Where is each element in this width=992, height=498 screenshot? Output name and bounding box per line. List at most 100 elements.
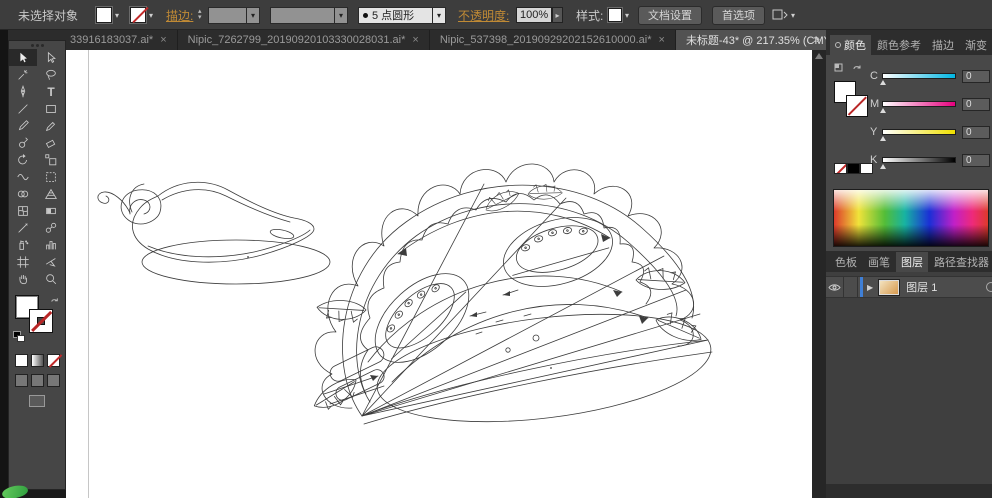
- layer-target-icon[interactable]: [986, 282, 992, 292]
- tool-artboard[interactable]: [9, 253, 37, 270]
- tool-width[interactable]: [9, 168, 37, 185]
- doc-tab-2[interactable]: Nipic_7262799_20190920103330028031.ai*×: [178, 30, 430, 50]
- color-spectrum[interactable]: [833, 189, 989, 247]
- layer-row[interactable]: ▶ 图层 1: [826, 276, 992, 298]
- preferences-button[interactable]: 首选项: [712, 6, 765, 25]
- brush-definition-combo[interactable]: 5 点圆形▾: [358, 7, 446, 24]
- fill-color-swatch[interactable]: ▾: [96, 0, 119, 30]
- opacity-dropdown-button[interactable]: ▸: [552, 7, 563, 23]
- tool-symbol-sprayer[interactable]: [9, 236, 37, 253]
- tab-color[interactable]: 颜色: [830, 35, 871, 55]
- tab-swatches[interactable]: 色板: [830, 252, 862, 272]
- black-swatch[interactable]: [847, 163, 860, 174]
- tab-brushes[interactable]: 画笔: [863, 252, 895, 272]
- tab-layers[interactable]: 图层: [896, 252, 928, 272]
- none-swatch[interactable]: [834, 163, 847, 174]
- tool-line-segment[interactable]: [9, 100, 37, 117]
- panel-stroke-proxy[interactable]: [846, 95, 868, 117]
- slider-thumb[interactable]: [880, 80, 886, 85]
- draw-inside-button[interactable]: [47, 374, 60, 387]
- close-icon[interactable]: ×: [659, 34, 665, 46]
- cyan-value[interactable]: 0: [962, 70, 990, 83]
- close-icon[interactable]: ×: [160, 34, 166, 46]
- tool-pen[interactable]: [9, 83, 37, 100]
- tool-eyedropper[interactable]: [9, 219, 37, 236]
- tab-color-guide[interactable]: 颜色参考: [872, 35, 926, 55]
- tab-pathfinder[interactable]: 路径查找器: [929, 252, 992, 272]
- tool-pencil[interactable]: [37, 117, 65, 134]
- visibility-toggle[interactable]: [826, 277, 844, 297]
- stroke-panel-link[interactable]: 描边:: [166, 7, 193, 24]
- slider-thumb[interactable]: [880, 108, 886, 113]
- workspace-switcher[interactable]: ▾: [772, 0, 795, 30]
- doc-tab-3[interactable]: Nipic_537398_20190929202152610000.ai*×: [430, 30, 676, 50]
- stroke-width-stepper[interactable]: ▴▾: [198, 0, 204, 30]
- tool-paintbrush[interactable]: [9, 117, 37, 134]
- tool-rotate[interactable]: [9, 151, 37, 168]
- default-fill-stroke-button[interactable]: [13, 331, 27, 343]
- close-icon[interactable]: ×: [412, 34, 418, 46]
- tool-type[interactable]: T: [37, 83, 65, 100]
- black-slider[interactable]: [882, 157, 956, 163]
- none-mode-button[interactable]: [47, 354, 60, 367]
- canvas[interactable]: [66, 50, 812, 498]
- tool-blob-brush[interactable]: [9, 134, 37, 151]
- dock-divider[interactable]: [812, 50, 826, 498]
- document-setup-button[interactable]: 文档设置: [638, 6, 702, 25]
- yellow-value[interactable]: 0: [962, 126, 990, 139]
- tool-slice[interactable]: [37, 253, 65, 270]
- tab-stroke[interactable]: 描边: [927, 35, 959, 55]
- tool-lasso[interactable]: [37, 66, 65, 83]
- draw-behind-button[interactable]: [31, 374, 44, 387]
- color-mode-button[interactable]: [15, 354, 28, 367]
- tab-gradient[interactable]: 渐变: [960, 35, 992, 55]
- yellow-slider[interactable]: [882, 129, 956, 135]
- tool-hand[interactable]: [9, 270, 37, 287]
- magenta-slider[interactable]: [882, 101, 956, 107]
- black-slider-row: K 0: [870, 153, 990, 167]
- cyan-slider[interactable]: [882, 73, 956, 79]
- tool-selection[interactable]: [9, 49, 37, 66]
- slider-thumb[interactable]: [880, 136, 886, 141]
- screen-mode-button[interactable]: [29, 395, 45, 407]
- swatch-grid-icon[interactable]: [834, 63, 844, 73]
- slider-thumb[interactable]: [880, 164, 886, 169]
- tool-perspective-grid[interactable]: [37, 185, 65, 202]
- tool-rectangle[interactable]: [37, 100, 65, 117]
- tool-eraser[interactable]: [37, 134, 65, 151]
- tab-overflow-chevrons[interactable]: »: [813, 32, 820, 46]
- style-swatch[interactable]: ▾: [608, 0, 629, 30]
- layer-thumbnail[interactable]: [879, 280, 899, 295]
- lock-toggle[interactable]: [844, 277, 858, 297]
- tool-zoom[interactable]: [37, 270, 65, 287]
- expand-arrow-icon[interactable]: ▶: [867, 283, 873, 292]
- magenta-value[interactable]: 0: [962, 98, 990, 111]
- tool-shape-builder[interactable]: [9, 185, 37, 202]
- swap-fill-stroke-icon[interactable]: [50, 295, 61, 313]
- tool-blend[interactable]: [37, 219, 65, 236]
- tool-free-transform[interactable]: [37, 168, 65, 185]
- opacity-link[interactable]: 不透明度:: [458, 7, 509, 24]
- variable-width-profile-combo[interactable]: ▾: [270, 7, 348, 24]
- stroke-color-swatch[interactable]: ▾: [130, 0, 153, 30]
- window-left-edge: [0, 30, 8, 498]
- tool-scale[interactable]: [37, 151, 65, 168]
- tool-magic-wand[interactable]: [9, 66, 37, 83]
- opacity-input[interactable]: 100%: [516, 7, 552, 23]
- tools-panel-grip[interactable]: [9, 41, 65, 49]
- collapse-up-icon[interactable]: [815, 53, 823, 59]
- chevron-down-icon: ▾: [625, 11, 629, 20]
- tool-column-graph[interactable]: [37, 236, 65, 253]
- artboard-edge: [88, 50, 89, 498]
- cycle-colors-icon[interactable]: [852, 63, 862, 73]
- doc-tab-1[interactable]: 33916183037.ai*×: [60, 30, 178, 50]
- tool-gradient[interactable]: [37, 202, 65, 219]
- tool-mesh[interactable]: [9, 202, 37, 219]
- draw-normal-button[interactable]: [15, 374, 28, 387]
- stroke-width-combo[interactable]: ▾: [208, 7, 260, 24]
- layer-name[interactable]: 图层 1: [906, 279, 986, 295]
- yellow-slider-row: Y 0: [870, 125, 990, 139]
- tool-direct-selection[interactable]: [37, 49, 65, 66]
- gradient-mode-button[interactable]: [31, 354, 44, 367]
- black-value[interactable]: 0: [962, 154, 990, 167]
